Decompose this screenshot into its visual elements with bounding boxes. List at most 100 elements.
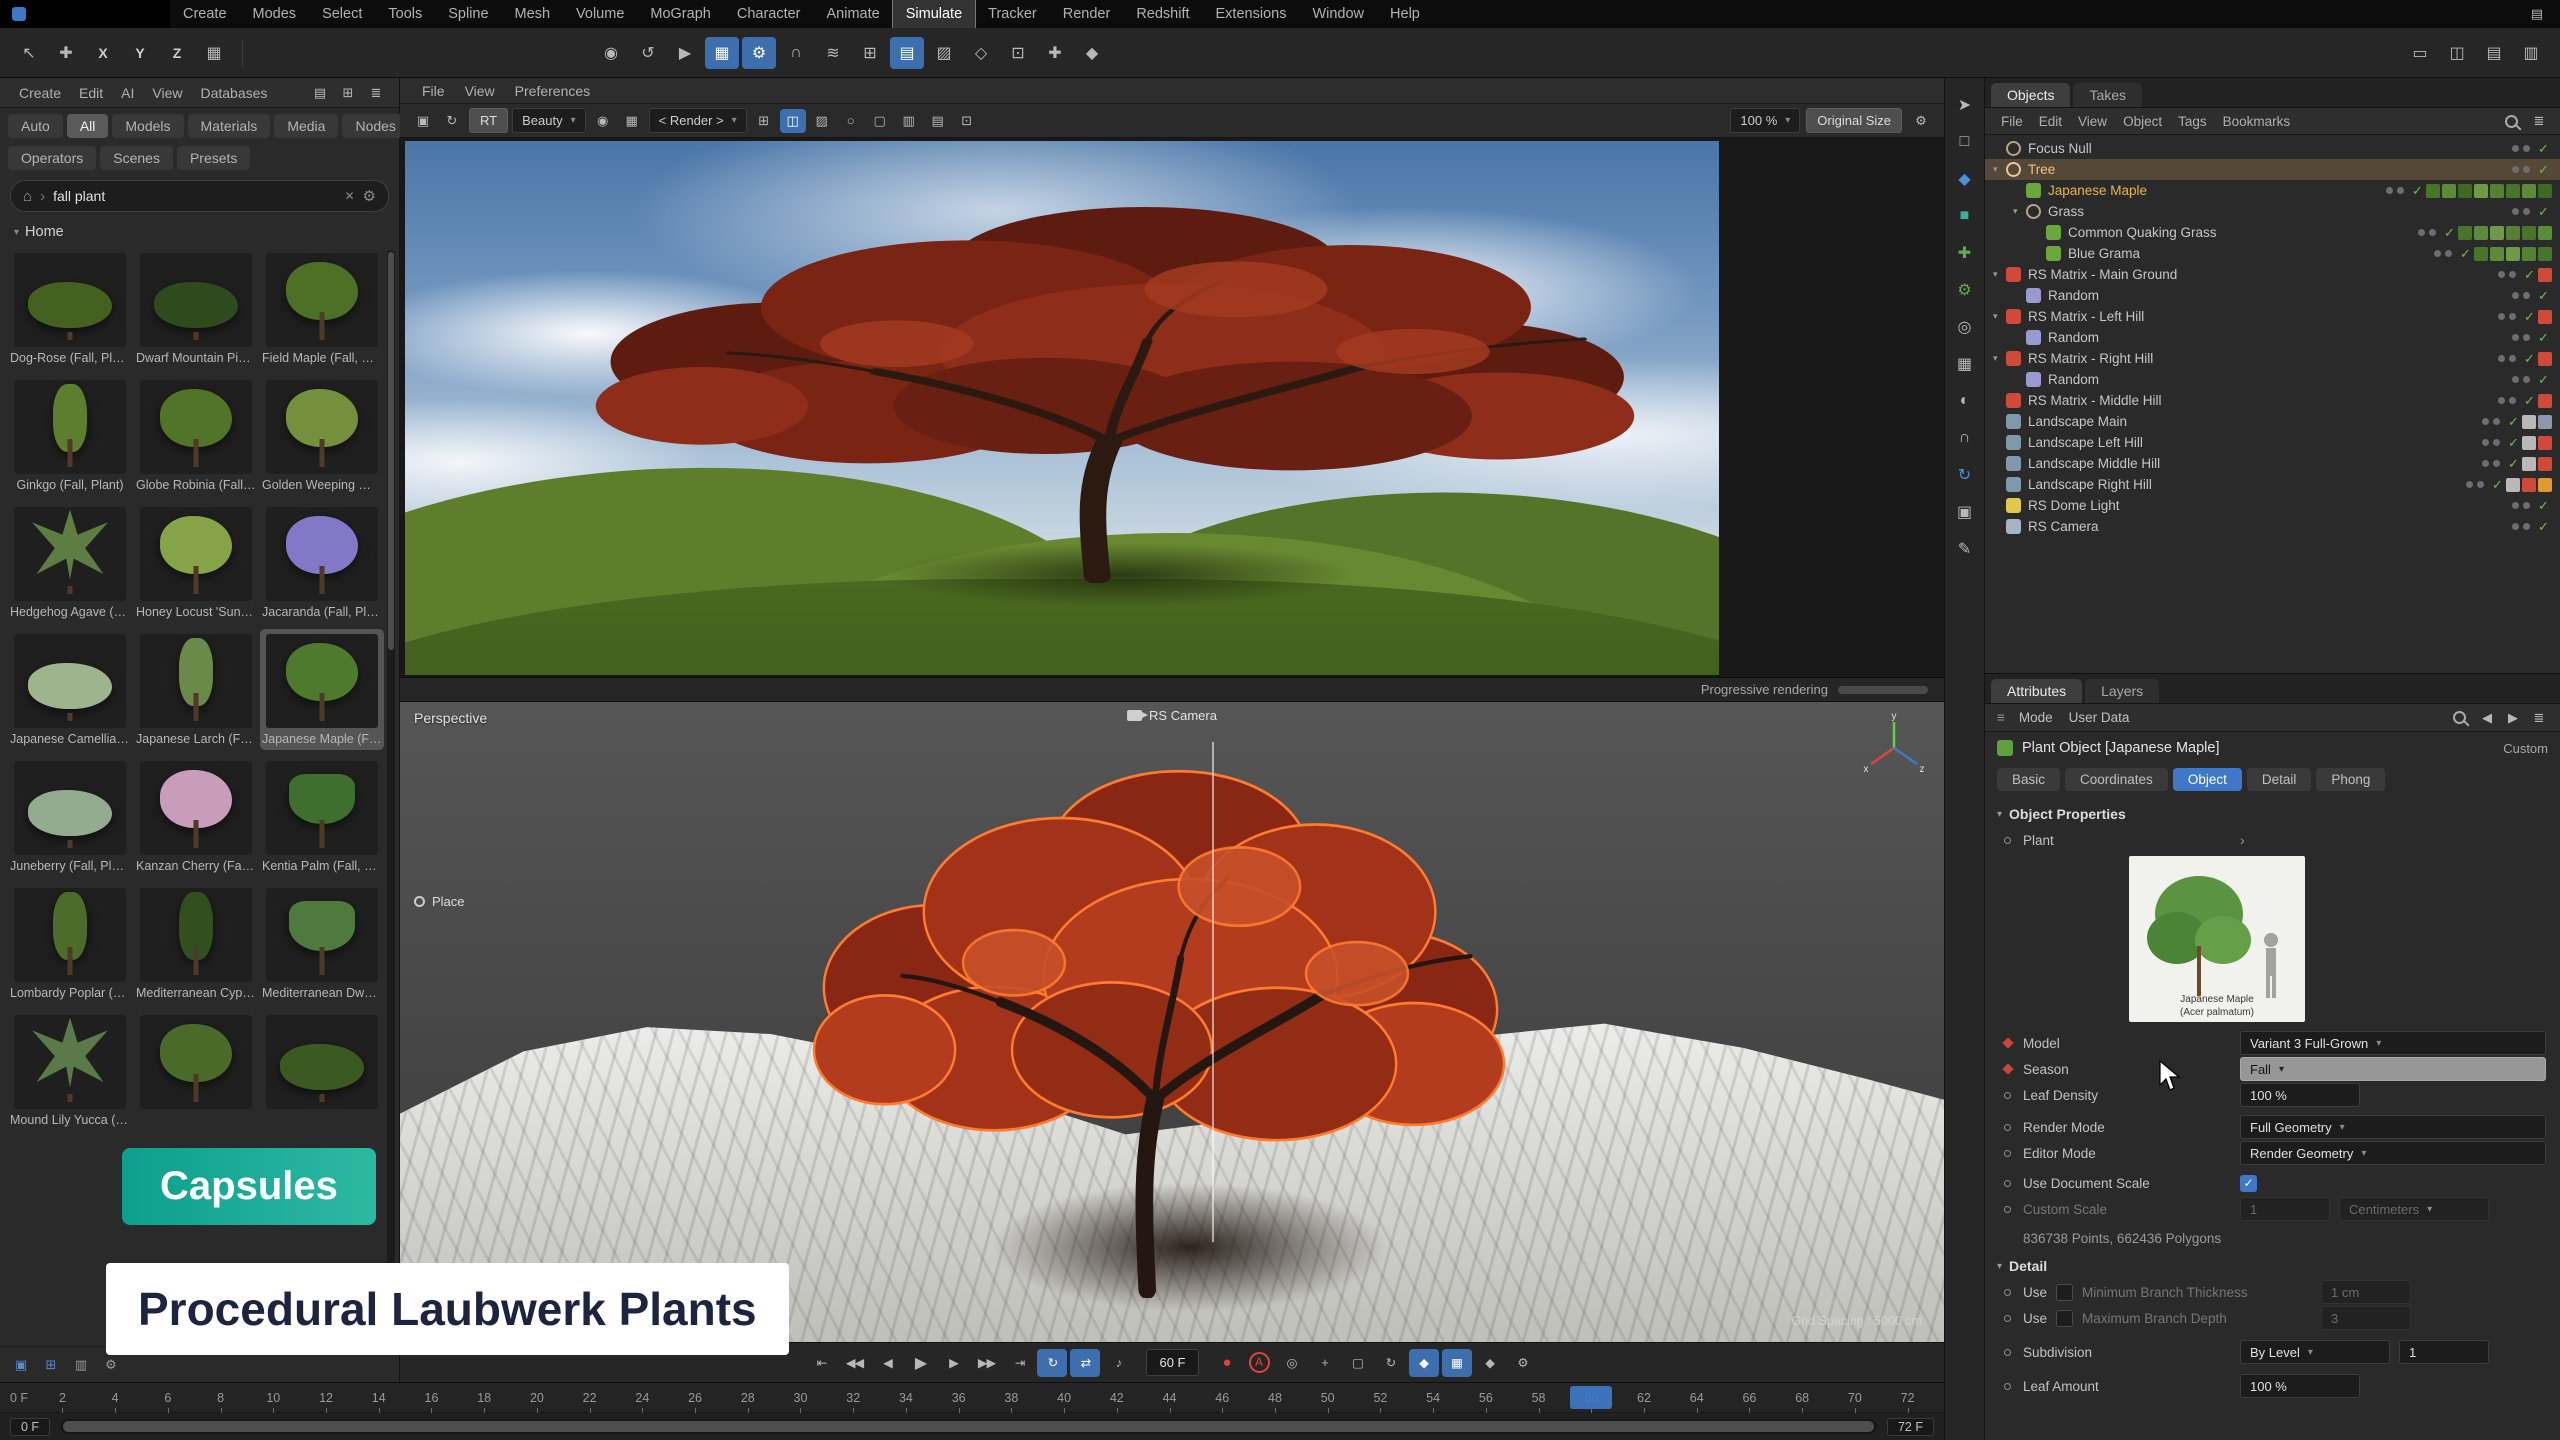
object-row[interactable]: Landscape Left Hill — [1985, 432, 2560, 453]
timeline-tick[interactable]: 70 — [1829, 1391, 1882, 1405]
visibility-dots[interactable] — [2498, 355, 2516, 362]
asset-item[interactable]: Kanzan Cherry (Fall, Pl... — [134, 756, 258, 877]
visibility-dots[interactable] — [2498, 313, 2516, 320]
menu-item[interactable]: Edit — [70, 85, 112, 101]
rectangle-select-icon[interactable]: □ — [1948, 125, 1982, 158]
timeline-tick[interactable]: 18 — [458, 1391, 511, 1405]
tag-chips[interactable] — [2458, 226, 2552, 240]
material-chip[interactable] — [2538, 394, 2552, 408]
record-position-icon[interactable]: + — [1310, 1349, 1340, 1377]
timeline-tick[interactable]: 58 — [1512, 1391, 1565, 1405]
menu-item[interactable]: Object — [2115, 114, 2170, 129]
menu-item[interactable]: Create — [10, 85, 70, 101]
enabled-check-icon[interactable] — [2535, 372, 2552, 388]
material-chip[interactable] — [2538, 352, 2552, 366]
expand-arrow-icon[interactable] — [1993, 164, 2006, 175]
menu-item[interactable]: Preferences — [505, 83, 600, 99]
material-chip[interactable] — [2538, 184, 2552, 198]
enabled-check-icon[interactable] — [2441, 225, 2458, 241]
asset-item[interactable]: Field Maple (Fall, Plant) — [260, 248, 384, 369]
menu-item[interactable]: Databases — [191, 85, 276, 101]
object-row[interactable]: Random — [1985, 327, 2560, 348]
asset-item[interactable]: Japanese Larch (Fall, P... — [134, 629, 258, 750]
search-settings-icon[interactable]: ⚙ — [363, 187, 376, 205]
menu-item[interactable]: MoGraph — [637, 0, 723, 28]
volume-builder-icon[interactable]: ⊡ — [1001, 37, 1035, 69]
section-detail[interactable]: Detail — [1985, 1249, 2560, 1279]
add-cube-icon[interactable]: ■ — [1948, 199, 1982, 232]
crop-icon[interactable]: ▢ — [867, 109, 893, 133]
enabled-check-icon[interactable] — [2521, 267, 2538, 283]
material-chip[interactable] — [2538, 310, 2552, 324]
visibility-dots[interactable] — [2482, 439, 2500, 446]
asset-item[interactable]: Lombardy Poplar (Fall... — [8, 883, 132, 1004]
visibility-dots[interactable] — [2512, 145, 2530, 152]
timeline-tick[interactable]: 52 — [1354, 1391, 1407, 1405]
property-tab[interactable]: Coordinates — [2065, 768, 2168, 791]
record-icon[interactable]: ● — [1212, 1349, 1242, 1377]
search-icon[interactable] — [2505, 115, 2518, 128]
timeline-tick[interactable]: 64 — [1670, 1391, 1723, 1405]
go-to-start-icon[interactable]: ⇤ — [806, 1349, 836, 1377]
timeline-tick[interactable]: 72 — [1881, 1391, 1934, 1405]
visibility-dots[interactable] — [2498, 397, 2516, 404]
timeline-tick[interactable]: 22 — [563, 1391, 616, 1405]
material-chip[interactable] — [2458, 226, 2472, 240]
object-row[interactable]: Landscape Right Hill — [1985, 474, 2560, 495]
visibility-dots[interactable] — [2512, 208, 2530, 215]
timeline-tick[interactable]: 20 — [511, 1391, 564, 1405]
timeline-tick[interactable]: 30 — [774, 1391, 827, 1405]
history-icon[interactable]: ▤ — [925, 109, 951, 133]
next-key-icon[interactable]: ▶▶ — [971, 1349, 1001, 1377]
reset-simulation-icon[interactable]: ↺ — [631, 37, 665, 69]
manager-tab[interactable]: Takes — [2073, 83, 2142, 107]
history-forward-icon[interactable]: ▶ — [2500, 706, 2526, 730]
enabled-check-icon[interactable] — [2535, 288, 2552, 304]
pixel-probe-icon[interactable]: ⊡ — [954, 109, 980, 133]
menu-item[interactable]: View — [455, 83, 505, 99]
use-document-scale-checkbox[interactable] — [2240, 1175, 2257, 1192]
current-frame-field[interactable]: 60 F — [1146, 1349, 1198, 1376]
property-tab[interactable]: Detail — [2247, 768, 2312, 791]
simulation-settings-icon[interactable]: ⚙ — [742, 37, 776, 69]
timeline-tick[interactable]: 26 — [669, 1391, 722, 1405]
visibility-dots[interactable] — [2512, 376, 2530, 383]
filter-tab[interactable]: Materials — [188, 114, 271, 138]
custom-scale-field[interactable]: 1 — [2240, 1197, 2330, 1221]
home-icon[interactable]: ⌂ — [23, 188, 32, 205]
timeline-tick[interactable]: 38 — [985, 1391, 1038, 1405]
asset-item[interactable] — [134, 1010, 258, 1131]
enabled-check-icon[interactable] — [2535, 162, 2552, 178]
menu-item[interactable]: Help — [1377, 0, 1433, 28]
expand-arrow-icon[interactable] — [1993, 269, 2006, 280]
rotate-tool-icon[interactable]: ↻ — [1948, 458, 1982, 491]
timeline-tick[interactable]: 36 — [932, 1391, 985, 1405]
render-settings-gear-icon[interactable]: ⚙ — [1908, 109, 1934, 133]
add-object-icon[interactable]: ◆ — [1948, 162, 1982, 195]
material-chip[interactable] — [2522, 415, 2536, 429]
menu-item[interactable]: File — [412, 83, 455, 99]
leaf-density-field[interactable]: 100 % — [2240, 1083, 2360, 1107]
menu-item[interactable]: Edit — [2031, 114, 2070, 129]
timeline-playhead[interactable] — [1570, 1386, 1612, 1409]
material-chip[interactable] — [2522, 247, 2536, 261]
timeline-tick[interactable]: 12 — [300, 1391, 353, 1405]
expand-chevron-icon[interactable]: › — [2240, 832, 2245, 848]
timeline-tick[interactable]: 54 — [1407, 1391, 1460, 1405]
material-chip[interactable] — [2538, 415, 2552, 429]
interface-layout-icon[interactable]: ▤ — [2524, 2, 2550, 26]
layout-standard-icon[interactable]: ▥ — [2514, 37, 2548, 69]
enabled-check-icon[interactable] — [2535, 498, 2552, 514]
search-icon[interactable] — [2453, 711, 2466, 724]
timeline-tick[interactable]: 42 — [1090, 1391, 1143, 1405]
material-chip[interactable] — [2506, 184, 2520, 198]
simulation-gear-icon[interactable]: ⚙ — [1948, 273, 1982, 306]
add-object-icon[interactable]: ✚ — [1038, 37, 1072, 69]
move-tool-icon[interactable]: ✚ — [49, 37, 83, 69]
range-start-field[interactable]: 0 F — [10, 1418, 50, 1436]
menu-item[interactable]: Character — [724, 0, 814, 28]
object-row[interactable]: RS Camera — [1985, 516, 2560, 537]
perspective-menu[interactable]: Perspective — [414, 710, 487, 726]
material-chip[interactable] — [2442, 184, 2456, 198]
region-render-icon[interactable]: ○ — [838, 109, 864, 133]
